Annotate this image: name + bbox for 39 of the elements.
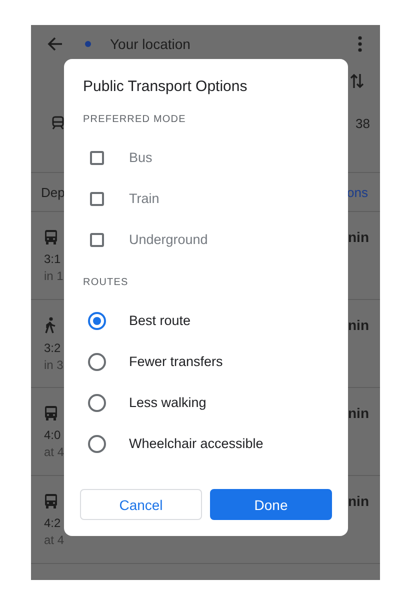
radio-button[interactable] <box>88 352 106 370</box>
radio-button[interactable] <box>88 312 106 330</box>
departure-time: 4:0 <box>44 428 61 442</box>
option-label[interactable]: Best route <box>129 313 191 328</box>
more-options-icon[interactable] <box>358 36 362 52</box>
cancel-button[interactable]: Cancel <box>80 489 202 520</box>
radio-button[interactable] <box>88 394 106 412</box>
dialog-title: Public Transport Options <box>83 77 248 97</box>
option-label[interactable]: Train <box>129 191 160 206</box>
bus-icon <box>44 493 58 509</box>
checkbox[interactable] <box>90 150 104 164</box>
route-duration: nin <box>348 317 369 335</box>
radio-button[interactable] <box>88 434 106 452</box>
done-button[interactable]: Done <box>210 489 332 520</box>
option-label[interactable]: Fewer transfers <box>129 354 223 369</box>
option-label[interactable]: Underground <box>129 232 208 247</box>
back-arrow-icon[interactable] <box>47 36 63 52</box>
train-icon <box>52 116 64 130</box>
departure-time: 3:2 <box>44 341 61 355</box>
route-duration: nin <box>348 405 369 423</box>
section-heading: PREFERRED MODE <box>83 113 187 127</box>
route-duration: nin <box>348 229 369 247</box>
bus-icon <box>44 229 58 245</box>
walking-person-icon <box>44 317 56 334</box>
route-duration: nin <box>348 493 369 511</box>
section-heading: ROUTES <box>83 276 130 290</box>
checkbox[interactable] <box>90 192 104 206</box>
departure-time: 4:2 <box>44 516 61 530</box>
option-label[interactable]: Less walking <box>129 395 206 410</box>
departure-text: Dep <box>41 184 65 200</box>
departure-time: 3:1 <box>44 252 61 266</box>
origin-field[interactable]: Your location <box>110 36 358 52</box>
swap-icon[interactable] <box>350 73 364 89</box>
checkbox[interactable] <box>90 232 104 246</box>
option-label[interactable]: Wheelchair accessible <box>129 436 264 451</box>
trip-summary-text: 38 <box>356 116 370 130</box>
location-dot <box>85 40 91 46</box>
bus-icon <box>44 405 58 421</box>
option-label[interactable]: Bus <box>129 150 152 165</box>
